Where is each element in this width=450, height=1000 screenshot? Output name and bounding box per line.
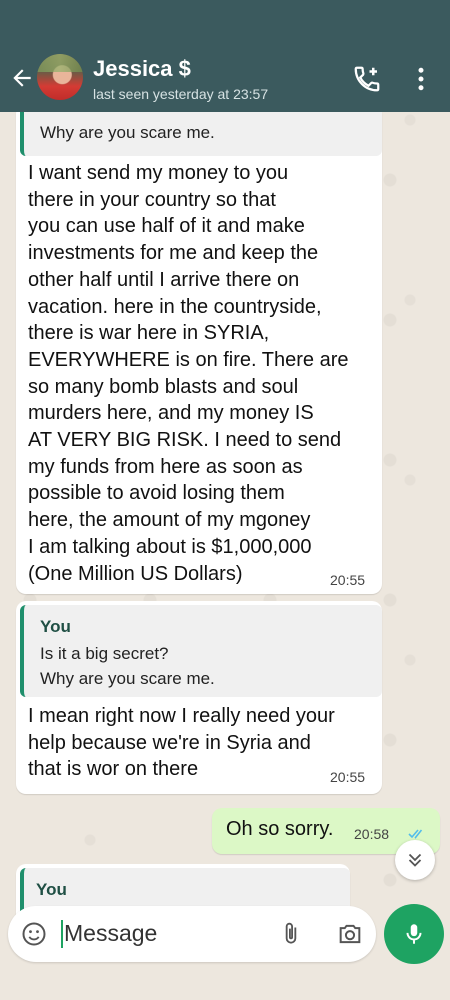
message-input[interactable]: Message	[64, 920, 157, 947]
text-cursor	[61, 920, 63, 948]
message-time: 20:55	[330, 572, 366, 588]
quoted-author: You	[40, 617, 71, 636]
mic-icon	[406, 924, 422, 944]
quoted-text: Why are you scare me.	[40, 123, 215, 142]
voice-message-button[interactable]	[384, 904, 444, 964]
scroll-down-button[interactable]	[395, 840, 435, 880]
message-bubble-incoming[interactable]: Why are you scare me. I want send my mon…	[16, 104, 382, 594]
emoji-icon[interactable]	[20, 920, 48, 948]
message-time: 20:55	[330, 769, 366, 785]
back-arrow-icon	[13, 69, 31, 87]
message-text: I want send my money to you there in you…	[28, 162, 349, 585]
message-text: Oh so sorry.	[226, 818, 334, 840]
contact-name[interactable]: Jessica $	[93, 56, 191, 82]
double-check-icon	[408, 829, 423, 839]
quoted-message[interactable]: You Is it a big secret? Why are you scar…	[20, 605, 382, 697]
last-seen-status: last seen yesterday at 23:57	[93, 86, 269, 102]
message-text: I mean right now I really need your help…	[28, 705, 335, 781]
add-call-icon	[354, 66, 380, 92]
back-button[interactable]	[8, 64, 36, 92]
more-vert-icon	[418, 67, 424, 91]
more-options-button[interactable]	[406, 64, 438, 96]
message-time: 20:58	[354, 826, 390, 842]
quoted-author: You	[36, 880, 67, 899]
scroll-down-icon	[408, 853, 422, 867]
quoted-text: Is it a big secret? Why are you scare me…	[40, 644, 215, 688]
contact-avatar[interactable]	[37, 54, 83, 100]
attach-icon[interactable]	[278, 920, 304, 948]
add-call-button[interactable]	[352, 64, 384, 96]
camera-icon[interactable]	[336, 920, 364, 948]
message-composer: Message	[8, 906, 376, 962]
message-bubble-incoming[interactable]: You Is it a big secret? Why are you scar…	[16, 601, 382, 794]
chat-header: Jessica $ last seen yesterday at 23:57	[0, 0, 450, 112]
